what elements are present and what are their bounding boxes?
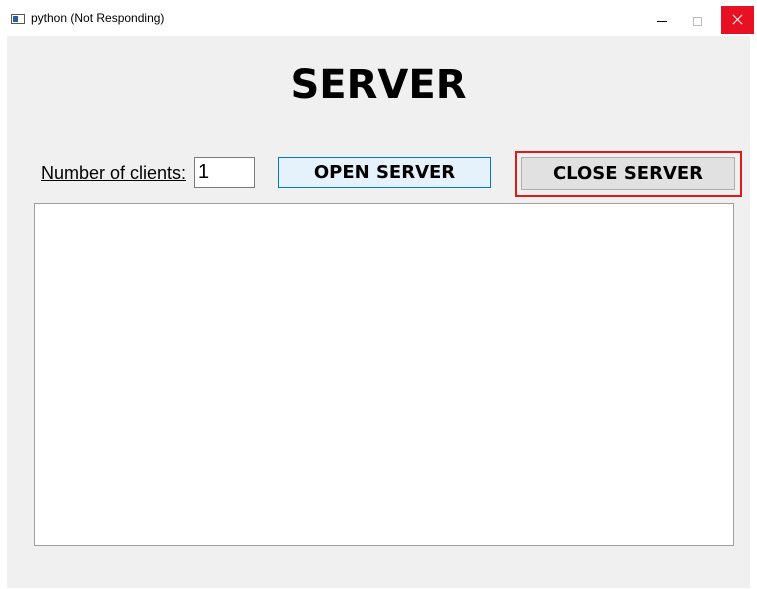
close-server-button[interactable]: CLOSE SERVER: [521, 157, 735, 190]
open-server-button[interactable]: OPEN SERVER: [278, 157, 491, 188]
page-title: SERVER: [290, 62, 467, 108]
close-window-button[interactable]: [721, 6, 754, 34]
app-icon: [11, 14, 25, 24]
window-client-area: SERVER Number of clients: 1 OPEN SERVER …: [7, 36, 750, 588]
log-text-area[interactable]: [34, 203, 734, 546]
clients-input[interactable]: 1: [194, 157, 255, 188]
clients-label: Number of clients:: [41, 163, 187, 183]
maximize-button[interactable]: [675, 6, 719, 34]
window-title: python (Not Responding): [31, 11, 165, 25]
title-bar: python (Not Responding): [0, 0, 757, 36]
